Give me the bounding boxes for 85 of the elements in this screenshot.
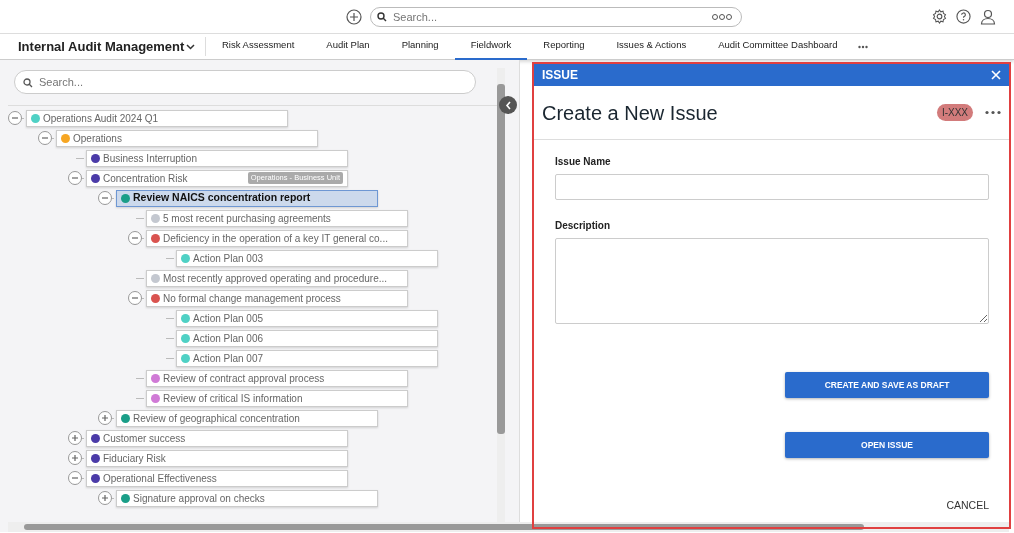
node-label: Customer success <box>103 431 186 446</box>
node-label: Operational Effectiveness <box>103 471 217 486</box>
field-label: Issue Name <box>555 155 612 169</box>
nav-tab[interactable]: Reporting <box>527 33 601 60</box>
tree-node[interactable]: Review NAICS concentration report <box>116 189 378 207</box>
tree-node[interactable]: 5 most recent purchasing agreements <box>146 209 408 227</box>
tree-node[interactable]: Operations Audit 2024 Q1 <box>26 109 288 127</box>
minus-icon <box>131 294 139 302</box>
tree-node[interactable]: Action Plan 007 <box>176 349 438 367</box>
node-label: Action Plan 007 <box>193 351 264 366</box>
node-label: Review of contract approval process <box>163 371 325 386</box>
node-label: Action Plan 006 <box>193 331 264 346</box>
minus-icon <box>131 234 139 242</box>
nav-tab[interactable]: Planning <box>385 33 455 60</box>
tree-node[interactable]: Deficiency in the operation of a key IT general co... <box>146 229 408 247</box>
node-label: Concentration Risk <box>103 171 188 186</box>
id-badge: I-XXX <box>936 104 973 121</box>
tree-node[interactable]: Signature approval on checks <box>116 489 378 507</box>
tree-node[interactable]: Review of critical IS information <box>146 389 408 407</box>
node-label: Operations Audit 2024 Q1 <box>43 111 159 126</box>
expand-button[interactable] <box>68 451 82 465</box>
plus-icon <box>101 414 109 422</box>
tree-node[interactable]: Action Plan 006 <box>176 329 438 347</box>
add-icon[interactable] <box>346 8 362 25</box>
scrollbar[interactable] <box>497 68 505 523</box>
node-label: Business Interruption <box>103 151 197 166</box>
expand-button[interactable] <box>98 411 112 425</box>
tree-node[interactable]: Review of contract approval process <box>146 369 408 387</box>
nav-tab[interactable]: Audit Committee Dashboard <box>702 33 854 60</box>
cancel-button[interactable]: CANCEL <box>946 498 989 514</box>
close-icon[interactable] <box>991 70 1001 80</box>
more-icon[interactable] <box>712 12 732 21</box>
input-field[interactable] <box>555 174 989 200</box>
tree-node[interactable]: Customer success <box>86 429 348 447</box>
tree-node[interactable]: Most recently approved operating and procedure... <box>146 269 408 287</box>
tree-node[interactable]: Operations <box>56 129 318 147</box>
minus-icon <box>101 194 109 202</box>
tree-node[interactable]: Action Plan 005 <box>176 309 438 327</box>
node-label: Review of critical IS information <box>163 391 303 406</box>
tree-node[interactable]: Action Plan 003 <box>176 249 438 267</box>
panel-header-title: ISSUE <box>542 67 578 84</box>
node-label: Action Plan 005 <box>193 311 264 326</box>
user-icon[interactable] <box>980 8 996 25</box>
plus-icon <box>71 454 79 462</box>
node-label: Signature approval on checks <box>133 491 265 506</box>
help-icon[interactable] <box>956 9 971 24</box>
tree-node[interactable]: Business Interruption <box>86 149 348 167</box>
text-area[interactable] <box>555 238 989 324</box>
search-field[interactable]: Search... <box>14 70 476 94</box>
node-label: Review of geographical concentration <box>133 411 300 426</box>
node-label: No formal change management process <box>163 291 341 306</box>
plus-icon <box>71 434 79 442</box>
tree-node[interactable]: Review of geographical concentration <box>116 409 378 427</box>
chevron-left-icon <box>504 100 512 110</box>
tree-node[interactable]: Fiduciary Risk <box>86 449 348 467</box>
node-label: Most recently approved operating and procedure... <box>163 271 388 286</box>
node-label: Operations <box>73 131 122 146</box>
tree-node[interactable]: No formal change management process <box>146 289 408 307</box>
search-field[interactable]: Search... <box>370 6 742 27</box>
node-label: Action Plan 003 <box>193 251 264 266</box>
node-label: Deficiency in the operation of a key IT general co... <box>163 231 388 246</box>
node-label: 5 most recent purchasing agreements <box>163 211 331 226</box>
more-icon[interactable] <box>985 110 1001 115</box>
plus-icon <box>101 494 109 502</box>
app-menu[interactable]: Internal Audit Management <box>8 36 206 57</box>
action-button[interactable]: OPEN ISSUE <box>785 432 989 458</box>
node-label: Fiduciary Risk <box>103 451 166 466</box>
settings-icon[interactable] <box>932 9 947 24</box>
expand-button[interactable] <box>98 491 112 505</box>
nav-tab[interactable]: Risk Assessment <box>206 33 311 60</box>
minus-icon <box>71 474 79 482</box>
tree-node[interactable]: Operational Effectiveness <box>86 469 348 487</box>
scrollbar[interactable] <box>8 522 1009 532</box>
nav-tab[interactable]: Audit Plan <box>310 33 386 60</box>
action-button[interactable]: CREATE AND SAVE AS DRAFT <box>785 372 989 398</box>
node-label: Review NAICS concentration report <box>133 190 311 206</box>
minus-icon <box>41 134 49 142</box>
nav-tab[interactable]: Issues & Actions <box>600 33 703 60</box>
expand-button[interactable] <box>68 431 82 445</box>
panel-title: Create a New Issue <box>542 100 718 126</box>
caret-icon <box>186 43 195 50</box>
minus-icon <box>11 114 19 122</box>
minus-icon <box>71 174 79 182</box>
more-icon[interactable] <box>857 44 868 49</box>
field-label: Description <box>555 219 611 233</box>
